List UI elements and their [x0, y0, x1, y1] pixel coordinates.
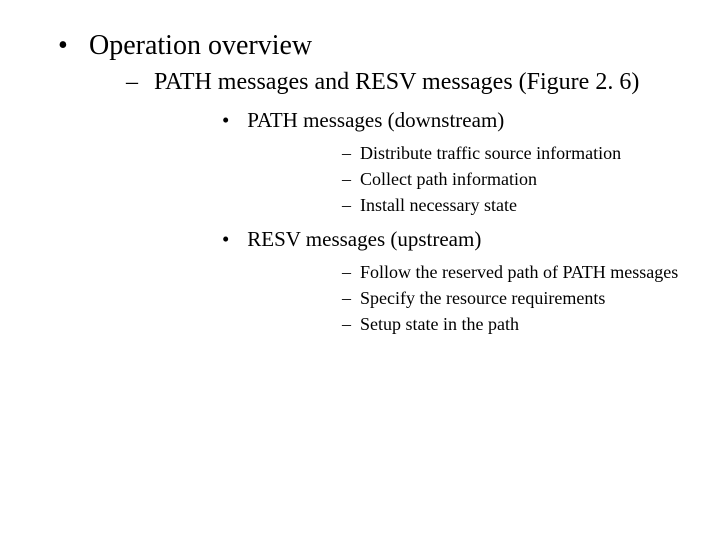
text-l4b: Collect path information — [360, 169, 537, 189]
path-downstream-item: PATH messages (downstream) Distribute tr… — [148, 106, 680, 217]
distribute-traffic-item: Distribute traffic source information — [242, 141, 680, 165]
text-l4e: Specify the resource requirements — [360, 288, 605, 308]
setup-state-path-item: Setup state in the path — [242, 312, 680, 336]
text-l4c: Install necessary state — [360, 195, 517, 215]
bullet-list-level3: PATH messages (downstream) Distribute tr… — [148, 106, 680, 336]
slide-body: Operation overview PATH messages and RES… — [0, 0, 720, 337]
resv-upstream-item: RESV messages (upstream) Follow the rese… — [148, 225, 680, 336]
specify-resource-req-item: Specify the resource requirements — [242, 286, 680, 310]
collect-path-item: Collect path information — [242, 167, 680, 191]
text-l4a: Distribute traffic source information — [360, 143, 621, 163]
bullet-list-level4b: Follow the reserved path of PATH message… — [242, 260, 680, 337]
bullet-list-level1: Operation overview PATH messages and RES… — [40, 28, 680, 337]
follow-reserved-path-item: Follow the reserved path of PATH message… — [242, 260, 680, 284]
text-l1: Operation overview — [89, 30, 312, 61]
text-l4f: Setup state in the path — [360, 314, 519, 334]
operation-overview-item: Operation overview PATH messages and RES… — [40, 28, 680, 337]
bullet-list-level2: PATH messages and RESV messages (Figure … — [82, 67, 680, 337]
text-l3b: RESV messages (upstream) — [247, 227, 481, 251]
text-l2: PATH messages and RESV messages (Figure … — [154, 69, 639, 95]
install-state-item: Install necessary state — [242, 193, 680, 217]
path-resv-figure-item: PATH messages and RESV messages (Figure … — [82, 67, 680, 337]
text-l3a: PATH messages (downstream) — [247, 108, 504, 132]
bullet-list-level4: Distribute traffic source information Co… — [242, 141, 680, 218]
text-l4d: Follow the reserved path of PATH message… — [360, 262, 678, 282]
